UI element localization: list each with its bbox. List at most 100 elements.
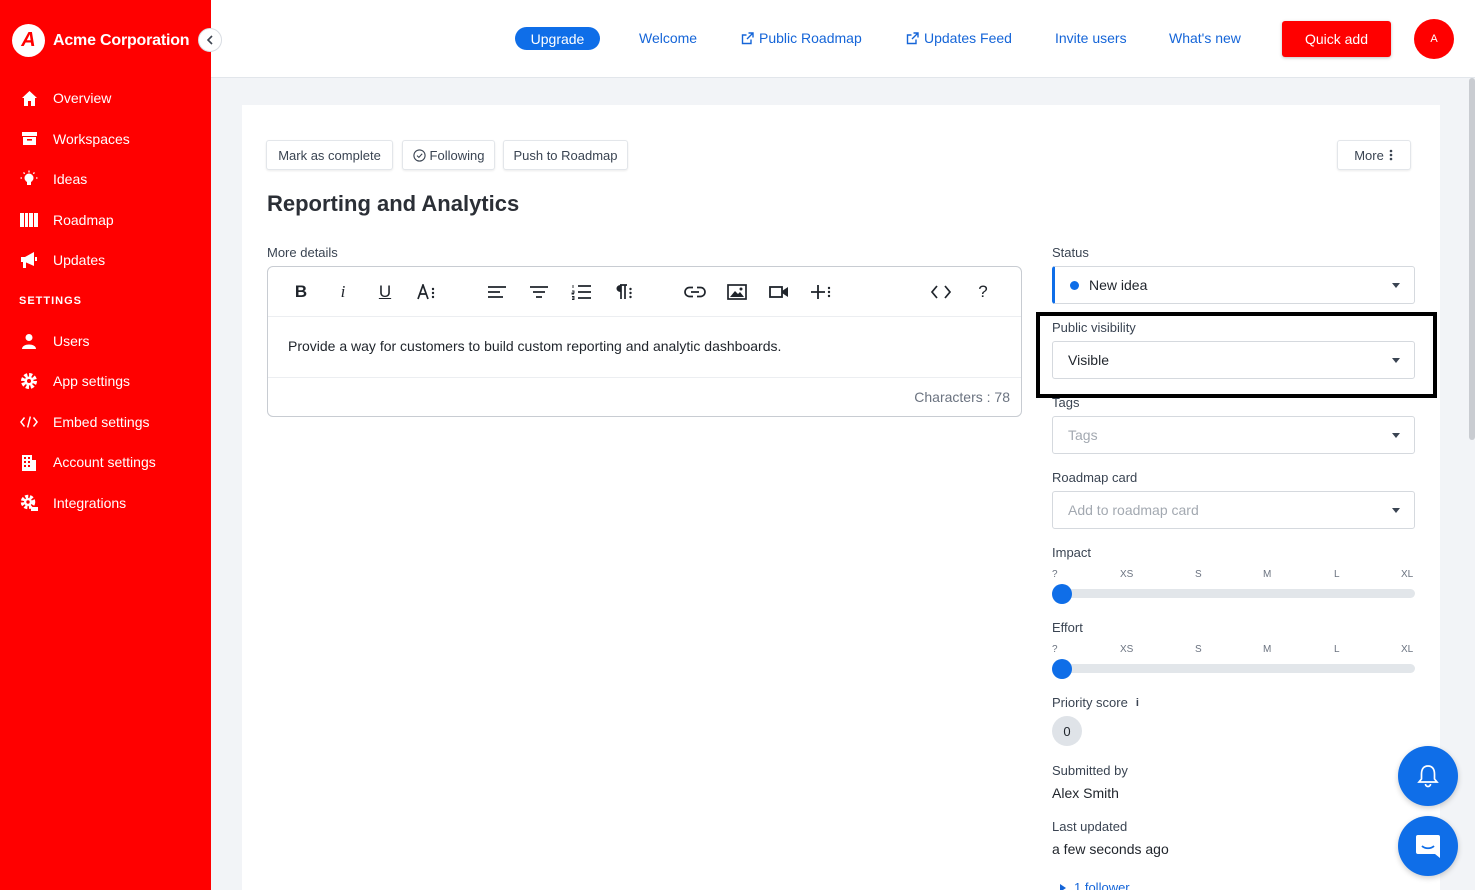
paragraph-icon [616,284,632,299]
priority-score-label: Priority score i [1052,695,1139,710]
sidebar-item-label: Embed settings [53,413,150,430]
code-view-button[interactable] [930,281,952,303]
external-link-icon [906,31,919,44]
plus-more-icon [811,285,831,299]
bold-button[interactable]: B [290,281,312,303]
updates-feed-link[interactable]: Updates Feed [906,30,1012,46]
push-to-roadmap-button[interactable]: Push to Roadmap [503,140,628,170]
italic-button[interactable]: i [332,281,354,303]
page-scrollbar[interactable] [1469,78,1475,440]
link-icon [684,286,706,298]
brand[interactable]: A Acme Corporation [12,24,190,57]
roadmap-card-placeholder: Add to roadmap card [1068,502,1199,518]
sidebar-item-label: Integrations [53,494,127,511]
sidebar-item-app-settings[interactable]: App settings [0,361,211,402]
status-select[interactable]: New idea [1052,266,1415,304]
scale-label: L [1334,644,1340,655]
chat-button[interactable] [1398,816,1458,876]
caret-right-icon [1060,883,1066,890]
editor-content[interactable]: Provide a way for customers to build cus… [288,338,781,354]
insert-link-button[interactable] [684,281,706,303]
scale-label: M [1263,644,1272,655]
scale-label: M [1263,569,1272,580]
sidebar-nav: Overview Workspaces Ideas Roadmap Update… [0,78,211,523]
video-camera-icon [769,286,788,298]
impact-slider-track[interactable] [1052,589,1415,598]
help-button[interactable]: ? [972,281,994,303]
following-button[interactable]: Following [402,140,495,170]
sidebar-item-ideas[interactable]: Ideas [0,159,211,200]
settings-heading: SETTINGS [19,294,83,307]
ordered-list-icon [571,285,591,300]
align-left-icon [488,286,506,298]
tags-select[interactable]: Tags [1052,416,1415,454]
scale-label: S [1195,644,1202,655]
priority-score-text: Priority score [1052,695,1128,710]
caret-down-icon [1392,508,1400,513]
caret-down-icon [1392,283,1400,288]
page-title: Reporting and Analytics [267,191,520,216]
whats-new-link[interactable]: What's new [1169,30,1241,46]
chat-icon [1416,835,1440,858]
ordered-list-button[interactable] [570,281,592,303]
vertical-dots-icon [1389,149,1393,161]
tags-label: Tags [1052,395,1080,410]
scale-label: L [1334,569,1340,580]
impact-slider-thumb[interactable] [1052,584,1072,604]
invite-users-link-label: Invite users [1055,30,1127,46]
sidebar-item-label: App settings [53,373,131,390]
status-label: Status [1052,245,1089,260]
tags-placeholder: Tags [1068,427,1098,443]
public-roadmap-link[interactable]: Public Roadmap [741,30,862,46]
info-icon[interactable]: i [1136,697,1139,709]
invite-users-link[interactable]: Invite users [1055,30,1127,46]
align-left-button[interactable] [486,281,508,303]
more-button[interactable]: More [1337,140,1411,170]
character-count: Characters : 78 [914,389,1010,405]
sidebar-item-roadmap[interactable]: Roadmap [0,200,211,241]
roadmap-card-select[interactable]: Add to roadmap card [1052,491,1415,529]
underline-button[interactable]: U [374,281,396,303]
collapse-sidebar-button[interactable] [198,28,222,52]
submitted-by-value: Alex Smith [1052,785,1119,801]
paragraph-button[interactable] [613,281,635,303]
effort-slider-track[interactable] [1052,664,1415,673]
sidebar-item-overview[interactable]: Overview [0,78,211,119]
sidebar-item-label: Workspaces [53,130,130,147]
sidebar-item-updates[interactable]: Updates [0,240,211,281]
align-center-button[interactable] [528,281,550,303]
insert-video-button[interactable] [768,281,790,303]
chevron-left-icon [206,35,213,45]
sidebar-item-label: Roadmap [53,211,114,228]
sidebar-item-embed-settings[interactable]: Embed settings [0,402,211,443]
brand-name: Acme Corporation [53,31,190,49]
status-dot-icon [1070,280,1079,290]
effort-slider-thumb[interactable] [1052,659,1072,679]
welcome-link[interactable]: Welcome [639,30,697,46]
scale-label: XL [1401,569,1414,580]
followers-count: 1 follower [1074,880,1130,890]
sidebar: A Acme Corporation Overview Workspaces I… [0,0,211,890]
sidebar-item-workspaces[interactable]: Workspaces [0,119,211,160]
insert-image-button[interactable] [726,281,748,303]
sidebar-item-integrations[interactable]: Integrations [0,483,211,524]
font-size-button[interactable] [416,281,438,303]
code-view-icon [931,285,951,299]
insert-more-button[interactable] [810,281,832,303]
notifications-button[interactable] [1398,746,1458,806]
columns-icon [20,211,38,229]
code-icon [20,413,38,431]
sidebar-item-users[interactable]: Users [0,321,211,362]
scale-label: S [1195,569,1202,580]
scale-label: XL [1401,644,1414,655]
sidebar-item-label: Ideas [53,171,88,188]
topbar: Upgrade Welcome Public Roadmap Updates F… [211,0,1475,78]
sidebar-item-account-settings[interactable]: Account settings [0,442,211,483]
mark-as-complete-button[interactable]: Mark as complete [266,140,393,170]
avatar[interactable]: A [1414,19,1454,59]
rich-text-editor[interactable]: B i U ? Provide a way for customers to b… [267,266,1022,417]
font-size-icon [417,284,435,300]
upgrade-button[interactable]: Upgrade [515,27,600,50]
followers-toggle[interactable]: 1 follower [1060,880,1130,890]
quick-add-button[interactable]: Quick add [1282,21,1391,57]
